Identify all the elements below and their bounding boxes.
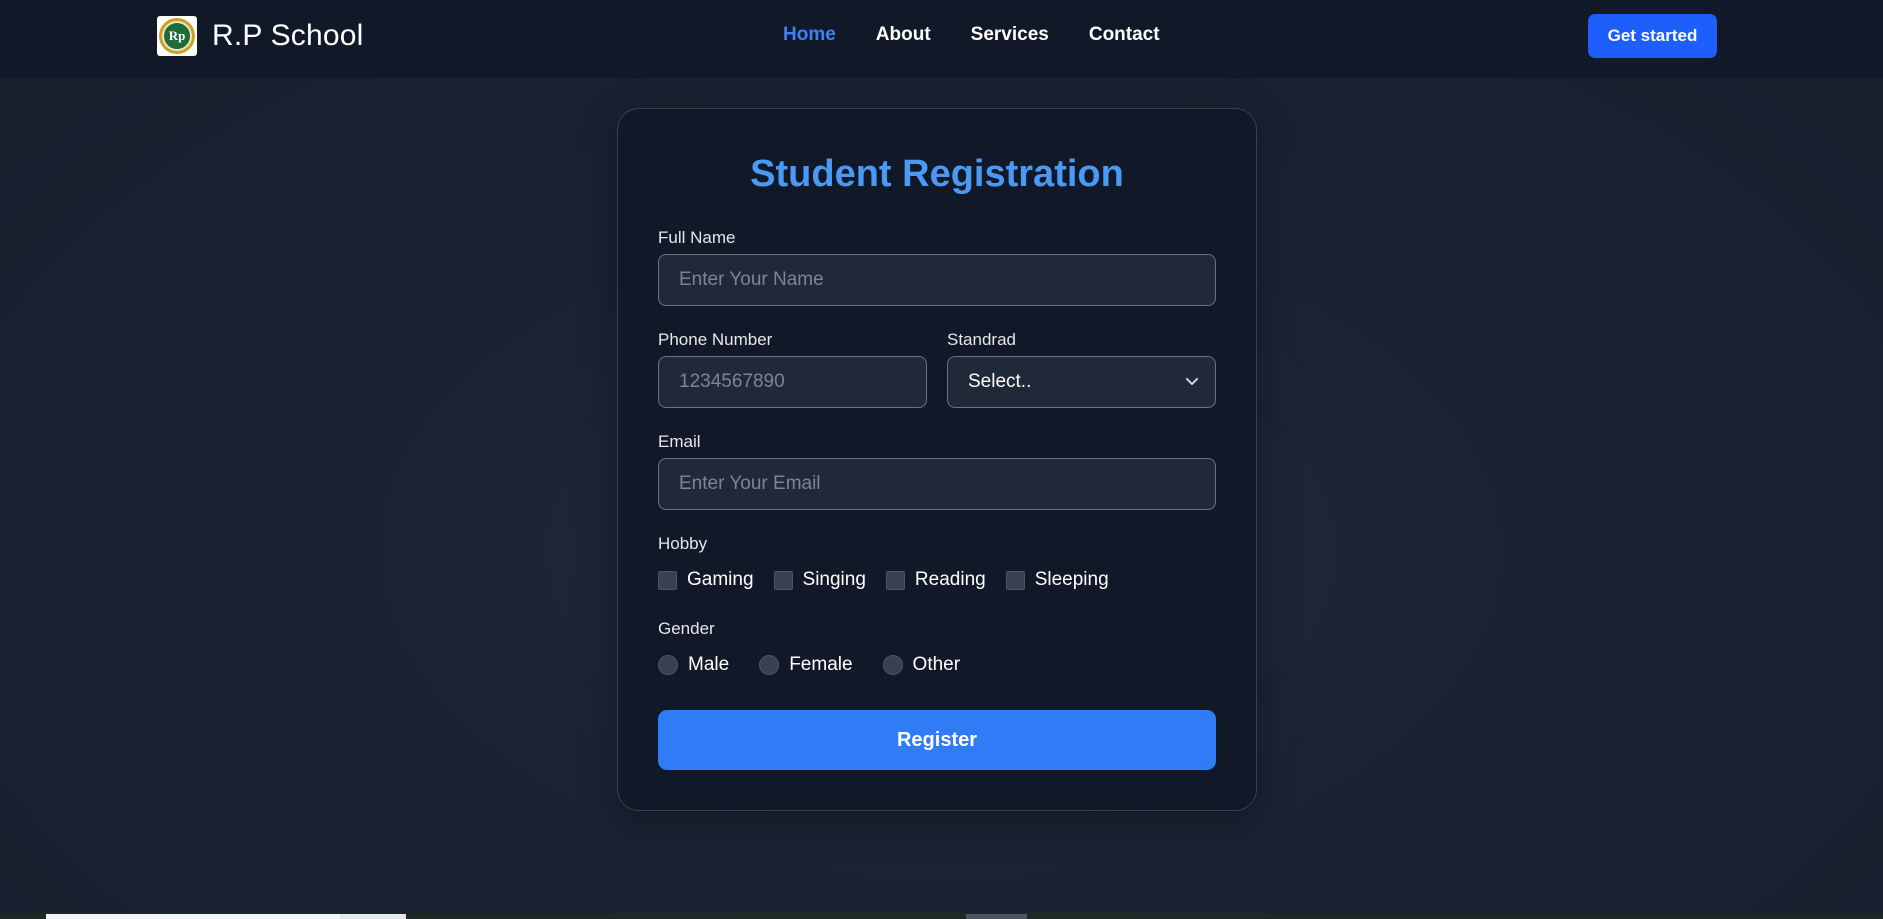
navbar: Rp R.P School Home About Services Contac… [0, 0, 1883, 78]
brand-name: R.P School [212, 19, 364, 52]
gender-option-female[interactable]: Female [759, 654, 853, 676]
hobby-option-sleeping[interactable]: Sleeping [1005, 569, 1109, 591]
hobby-label: Hobby [658, 534, 708, 553]
registration-form: Student Registration Full Name Phone Num… [617, 108, 1257, 811]
male-label: Male [688, 654, 730, 675]
brand[interactable]: Rp R.P School [157, 16, 364, 56]
other-radio[interactable] [882, 655, 903, 675]
nav-item-services: Services [971, 24, 1049, 46]
register-button[interactable]: Register [658, 710, 1216, 770]
logo-ring: Rp [159, 18, 195, 54]
gaming-label: Gaming [687, 569, 754, 590]
gender-label: Gender [658, 619, 715, 638]
reading-checkbox[interactable] [885, 570, 905, 590]
nav-item-contact: Contact [1089, 24, 1160, 46]
school-logo: Rp [157, 16, 197, 56]
standard-select[interactable]: Select.. [947, 356, 1216, 408]
chevron-down-icon [1186, 378, 1198, 385]
hobby-options: Gaming Singing Reading Sleeping [658, 569, 1129, 591]
other-label: Other [912, 654, 961, 675]
get-started-button[interactable]: Get started [1588, 14, 1717, 58]
nav-link-contact[interactable]: Contact [1089, 24, 1160, 45]
female-label: Female [789, 654, 853, 675]
phone-input[interactable] [658, 356, 927, 408]
full-name-input[interactable] [658, 254, 1216, 306]
nav-link-services[interactable]: Services [971, 24, 1049, 45]
gender-options: Male Female Other [658, 654, 980, 676]
email-label: Email [658, 432, 701, 451]
male-radio[interactable] [658, 655, 678, 675]
phone-label: Phone Number [658, 330, 773, 349]
standard-selected-value: Select.. [968, 371, 1032, 392]
nav-link-about[interactable]: About [876, 24, 931, 45]
nav-item-about: About [876, 24, 931, 46]
nav-item-home: Home [783, 24, 836, 46]
form-title: Student Registration [750, 153, 1124, 195]
singing-label: Singing [802, 569, 866, 590]
singing-checkbox[interactable] [773, 570, 793, 590]
nav-link-home[interactable]: Home [783, 24, 836, 45]
female-radio[interactable] [759, 655, 780, 675]
hobby-option-singing[interactable]: Singing [773, 569, 866, 591]
full-name-label: Full Name [658, 228, 736, 247]
reading-label: Reading [914, 569, 986, 590]
taskbar-segment [966, 914, 1027, 919]
email-input[interactable] [658, 458, 1216, 510]
gaming-checkbox[interactable] [658, 570, 677, 590]
gender-option-other[interactable]: Other [882, 654, 961, 676]
standard-label: Standrad [947, 330, 1016, 349]
taskbar-segment [340, 914, 406, 919]
sleeping-label: Sleeping [1034, 569, 1109, 590]
gender-option-male[interactable]: Male [658, 654, 729, 676]
hobby-option-reading[interactable]: Reading [885, 569, 986, 591]
nav-links: Home About Services Contact [783, 24, 1160, 46]
hobby-option-gaming[interactable]: Gaming [658, 569, 754, 591]
sleeping-checkbox[interactable] [1005, 570, 1025, 590]
logo-emblem: Rp [162, 21, 192, 51]
taskbar-segment [46, 914, 340, 919]
